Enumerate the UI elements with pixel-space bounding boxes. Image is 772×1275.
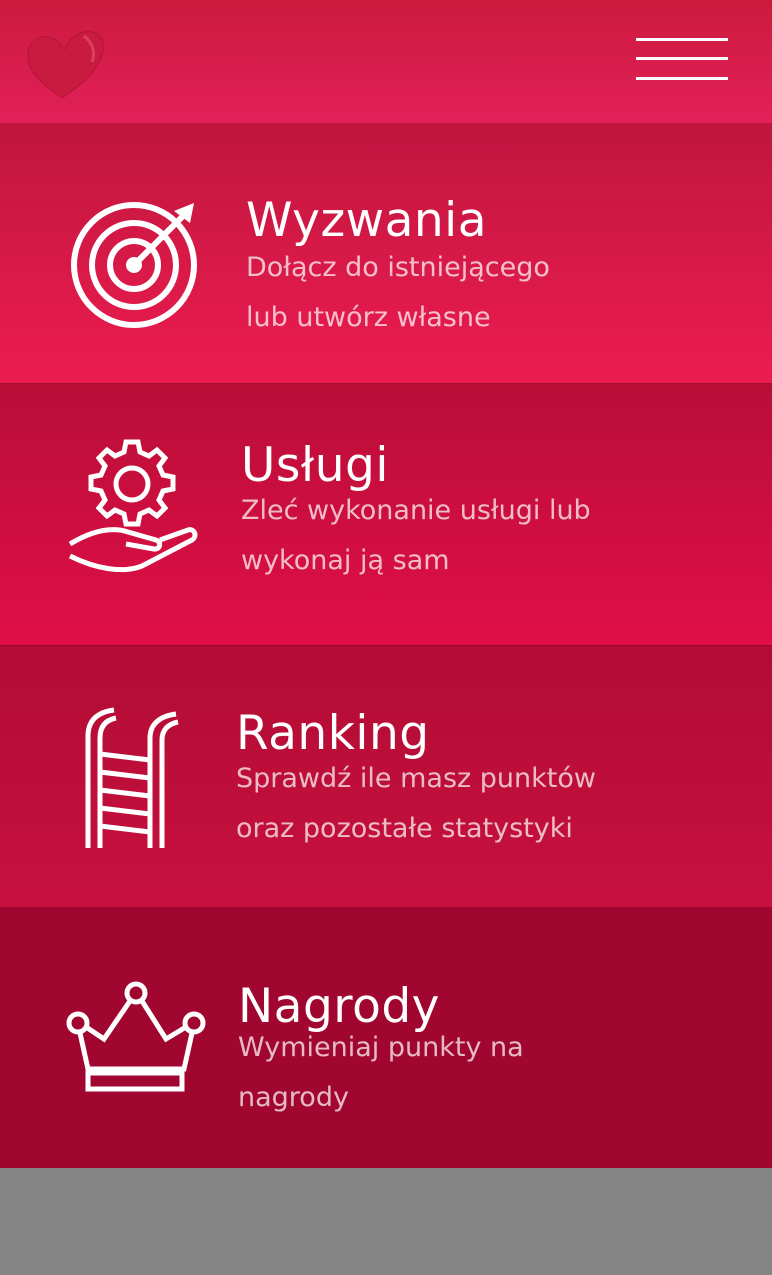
subtitle-line: Sprawdź ile masz punktów — [236, 763, 596, 794]
subtitle-line: nagrody — [238, 1082, 349, 1113]
ladder-icon — [85, 707, 179, 848]
tile-rewards[interactable]: Nagrody Wymieniaj punkty na nagrody — [0, 907, 772, 1168]
subtitle-line: Wymieniaj punkty na — [238, 1032, 524, 1063]
tile-challenges-subtitle: Dołącz do istniejącego lub utwórz własne — [246, 243, 666, 343]
hamburger-menu-icon[interactable] — [632, 36, 732, 86]
tile-challenges[interactable]: Wyzwania Dołącz do istniejącego lub utwó… — [0, 123, 772, 383]
subtitle-line: wykonaj ją sam — [241, 545, 450, 576]
subtitle-line: lub utwórz własne — [246, 302, 491, 333]
gear-hand-icon — [68, 439, 198, 573]
tile-services[interactable]: Usługi Zleć wykonanie usługi lub wykonaj… — [0, 383, 772, 645]
tile-ranking[interactable]: Ranking Sprawdź ile masz punktów oraz po… — [0, 645, 772, 907]
tile-ranking-subtitle: Sprawdź ile masz punktów oraz pozostałe … — [236, 754, 656, 854]
tile-challenges-title: Wyzwania — [246, 193, 488, 248]
heart-logo-icon[interactable] — [22, 24, 108, 104]
app-header — [0, 0, 772, 123]
tile-rewards-subtitle: Wymieniaj punkty na nagrody — [238, 1023, 658, 1123]
target-icon — [71, 202, 197, 328]
tile-services-subtitle: Zleć wykonanie usługi lub wykonaj ją sam — [241, 486, 661, 586]
crown-icon — [66, 981, 206, 1092]
subtitle-line: Dołącz do istniejącego — [246, 252, 550, 283]
footer-area — [0, 1168, 772, 1275]
subtitle-line: oraz pozostałe statystyki — [236, 813, 573, 844]
subtitle-line: Zleć wykonanie usługi lub — [241, 495, 591, 526]
tile-ranking-title: Ranking — [236, 706, 430, 761]
tile-services-title: Usługi — [241, 438, 389, 493]
